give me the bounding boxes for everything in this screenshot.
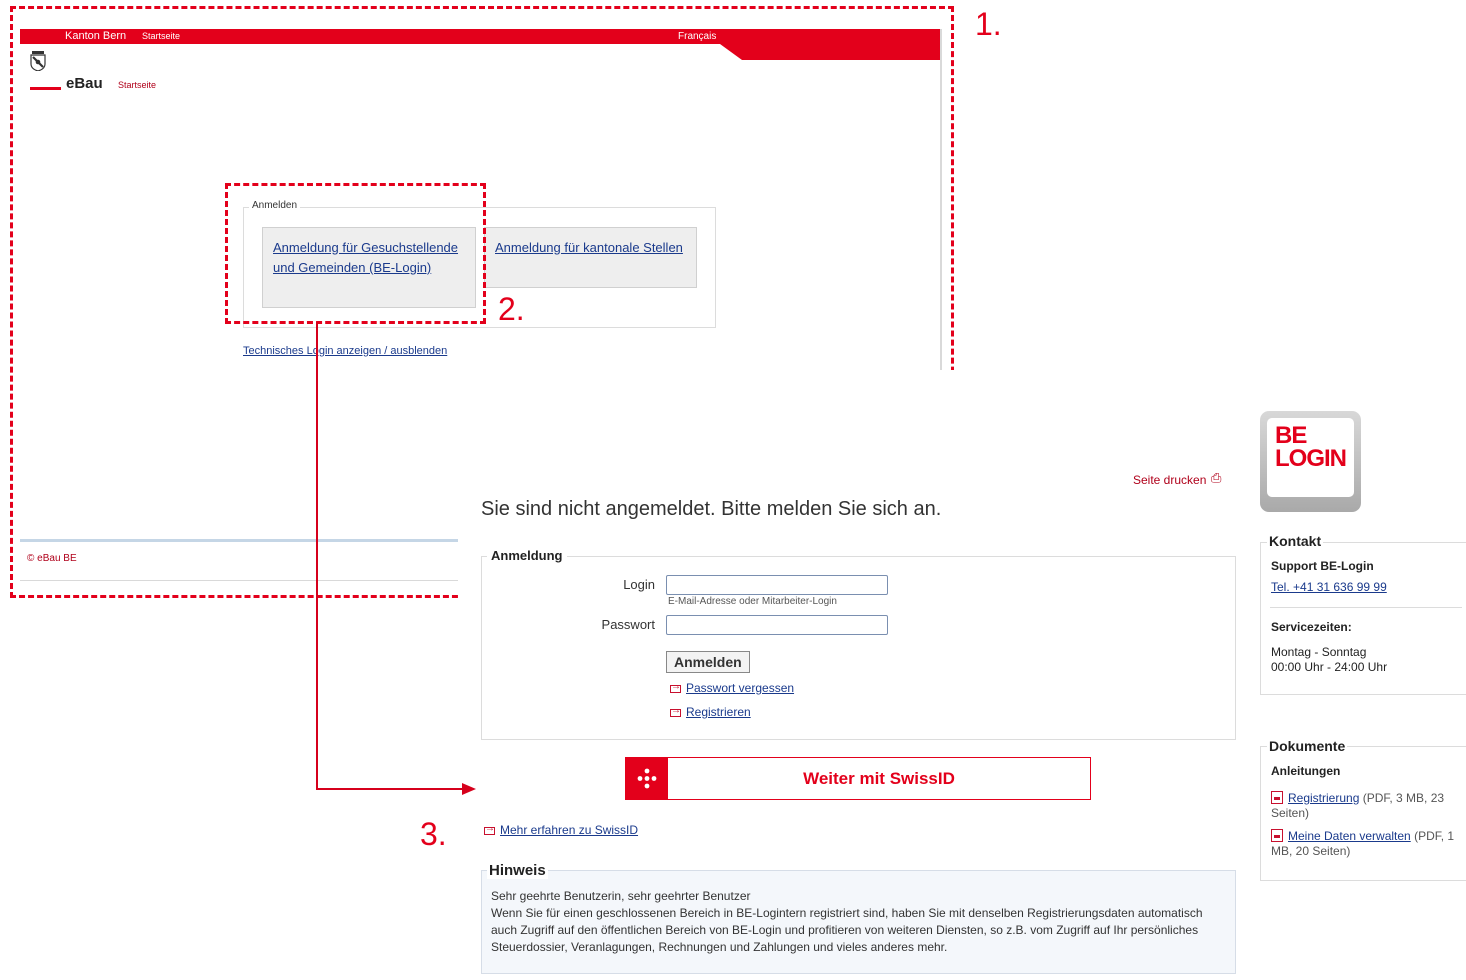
pdf-icon xyxy=(1271,829,1283,842)
swissid-more-label[interactable]: Mehr erfahren zu SwissID xyxy=(500,823,638,837)
support-phone-link[interactable]: Tel. +41 31 636 99 99 xyxy=(1271,580,1387,594)
documents-legend: Dokumente xyxy=(1267,738,1348,754)
support-title: Support BE-Login xyxy=(1271,559,1374,573)
be-login-logo-inner: BE LOGIN xyxy=(1267,418,1354,497)
hint-body: Wenn Sie für einen geschlossenen Bereich… xyxy=(491,906,1203,954)
annotation-arrow-line xyxy=(316,322,318,790)
service-hours-title: Servicezeiten: xyxy=(1271,620,1352,634)
document-link[interactable]: Registrierung xyxy=(1288,791,1359,805)
documents-subtitle: Anleitungen xyxy=(1271,764,1341,778)
document-item: Registrierung (PDF, 3 MB, 23 Seiten) xyxy=(1271,791,1461,821)
document-item: Meine Daten verwalten (PDF, 1 MB, 20 Sei… xyxy=(1271,829,1461,859)
hint-greeting: Sehr geehrte Benutzerin, sehr geehrter B… xyxy=(491,889,751,903)
login-label: Login xyxy=(623,577,655,592)
contact-legend: Kontakt xyxy=(1267,533,1324,549)
print-page-link[interactable]: Seite drucken xyxy=(1133,473,1206,487)
annotation-arrowhead-icon xyxy=(462,783,476,795)
service-hours: Montag - Sonntag 00:00 Uhr - 24:00 Uhr xyxy=(1271,645,1387,675)
printer-icon[interactable]: ⎙ xyxy=(1211,470,1221,486)
annotation-frame-2 xyxy=(225,183,486,324)
link-arrow-icon xyxy=(484,823,495,835)
contact-divider xyxy=(1270,607,1462,608)
be-login-logo-text: BE LOGIN xyxy=(1275,422,1347,472)
hint-legend: Hinweis xyxy=(487,862,548,879)
annotation-number-3: 3. xyxy=(420,816,447,852)
annotation-number-2: 2. xyxy=(498,291,525,327)
login-form-legend: Anmeldung xyxy=(487,548,567,563)
hint-text: Sehr geehrte Benutzerin, sehr geehrter B… xyxy=(491,888,1226,956)
service-time: 00:00 Uhr - 24:00 Uhr xyxy=(1271,660,1388,674)
swissid-logo-icon xyxy=(626,758,668,799)
swissid-button-label[interactable]: Weiter mit SwissID xyxy=(668,758,1090,799)
login-input[interactable] xyxy=(666,575,888,595)
document-link[interactable]: Meine Daten verwalten xyxy=(1288,829,1411,843)
annotation-arrow-line xyxy=(316,788,464,790)
be-login-logo: BE LOGIN xyxy=(1260,411,1361,512)
swissid-button[interactable]: Weiter mit SwissID xyxy=(625,757,1091,800)
login-hint: E-Mail-Adresse oder Mitarbeiter-Login xyxy=(668,596,837,607)
swissid-more-link[interactable]: Mehr erfahren zu SwissID xyxy=(484,823,638,837)
service-days: Montag - Sonntag xyxy=(1271,645,1367,659)
pdf-icon xyxy=(1271,791,1283,804)
page-title: Sie sind nicht angemeldet. Bitte melden … xyxy=(481,498,942,520)
annotation-number-1: 1. xyxy=(975,6,1002,42)
